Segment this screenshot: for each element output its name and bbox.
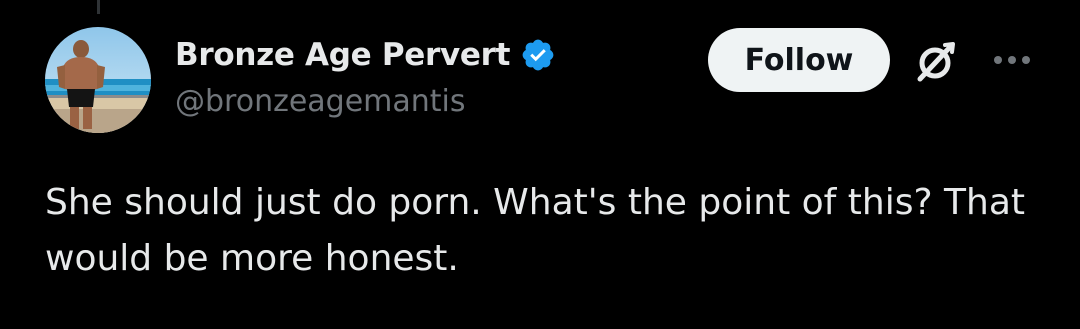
avatar[interactable] [45,27,151,133]
author-handle[interactable]: @bronzeagemantis [175,84,466,119]
grok-icon[interactable] [911,38,959,86]
verified-badge-icon[interactable] [520,37,556,73]
avatar-image [45,27,151,133]
follow-button[interactable]: Follow [708,28,890,92]
display-name[interactable]: Bronze Age Pervert [175,37,510,73]
author-name-row: Bronze Age Pervert [175,32,556,78]
tweet-text: She should just do porn. What's the poin… [45,182,1025,279]
more-options-icon[interactable] [990,50,1034,70]
thread-connector-line [97,0,100,14]
